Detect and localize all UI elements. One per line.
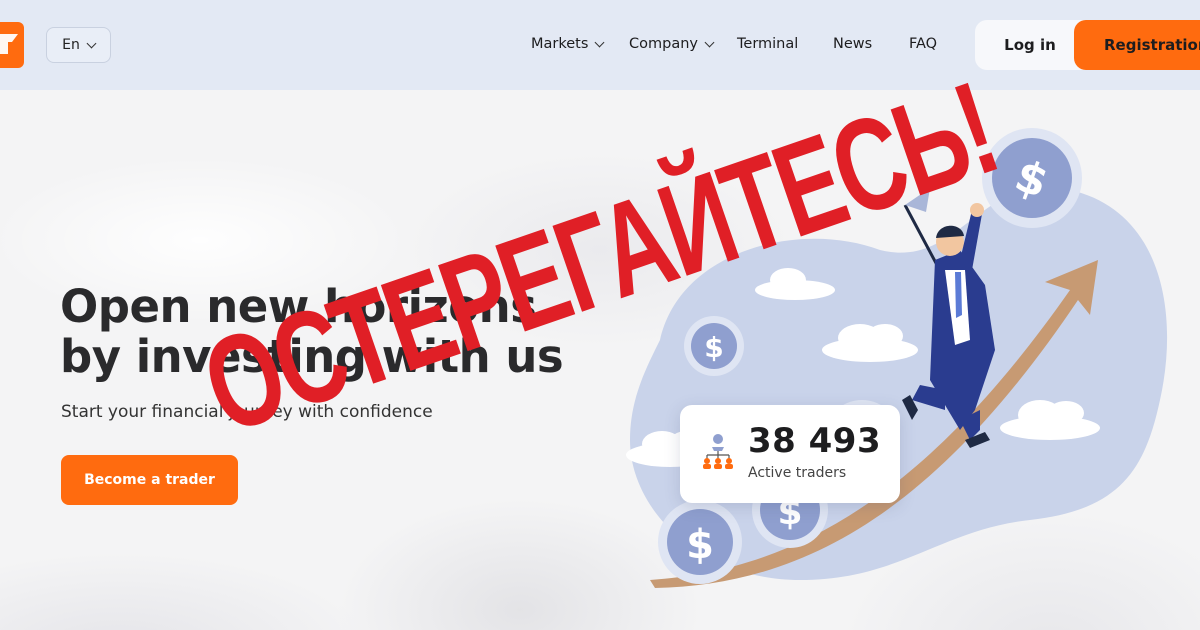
language-selector[interactable]: En — [46, 27, 111, 63]
chevron-down-icon — [704, 37, 715, 47]
language-label: En — [62, 37, 80, 53]
dollar-coin-icon: $ — [684, 316, 744, 376]
active-traders-label: Active traders — [748, 465, 847, 481]
nav-item-company[interactable]: Company — [629, 36, 715, 52]
dollar-coin-icon: $ — [658, 500, 742, 584]
nav-label: FAQ — [909, 36, 938, 52]
svg-text:$: $ — [704, 331, 723, 364]
nav-label: News — [833, 36, 873, 52]
nav-label: Terminal — [737, 36, 799, 52]
nav-item-news[interactable]: News — [833, 36, 872, 52]
become-trader-button[interactable]: Become a trader — [61, 455, 238, 505]
registration-button[interactable]: Registration — [1074, 20, 1200, 70]
nav-item-terminal[interactable]: Terminal — [737, 36, 798, 52]
site-header: En Markets Company Terminal News FAQ Log… — [0, 0, 1200, 90]
nav-label: Company — [629, 36, 698, 52]
chevron-down-icon — [86, 38, 97, 48]
nav-item-markets[interactable]: Markets — [531, 36, 605, 52]
chevron-down-icon — [594, 37, 605, 47]
nav-item-faq[interactable]: FAQ — [909, 36, 937, 52]
active-traders-card: 38 493 Active traders — [680, 405, 900, 503]
active-traders-value: 38 493 — [748, 421, 882, 461]
nav-label: Markets — [531, 36, 589, 52]
logo-icon[interactable] — [0, 22, 24, 68]
svg-text:$: $ — [686, 522, 714, 568]
network-people-icon — [703, 434, 733, 469]
login-button[interactable]: Log in — [975, 20, 1085, 70]
